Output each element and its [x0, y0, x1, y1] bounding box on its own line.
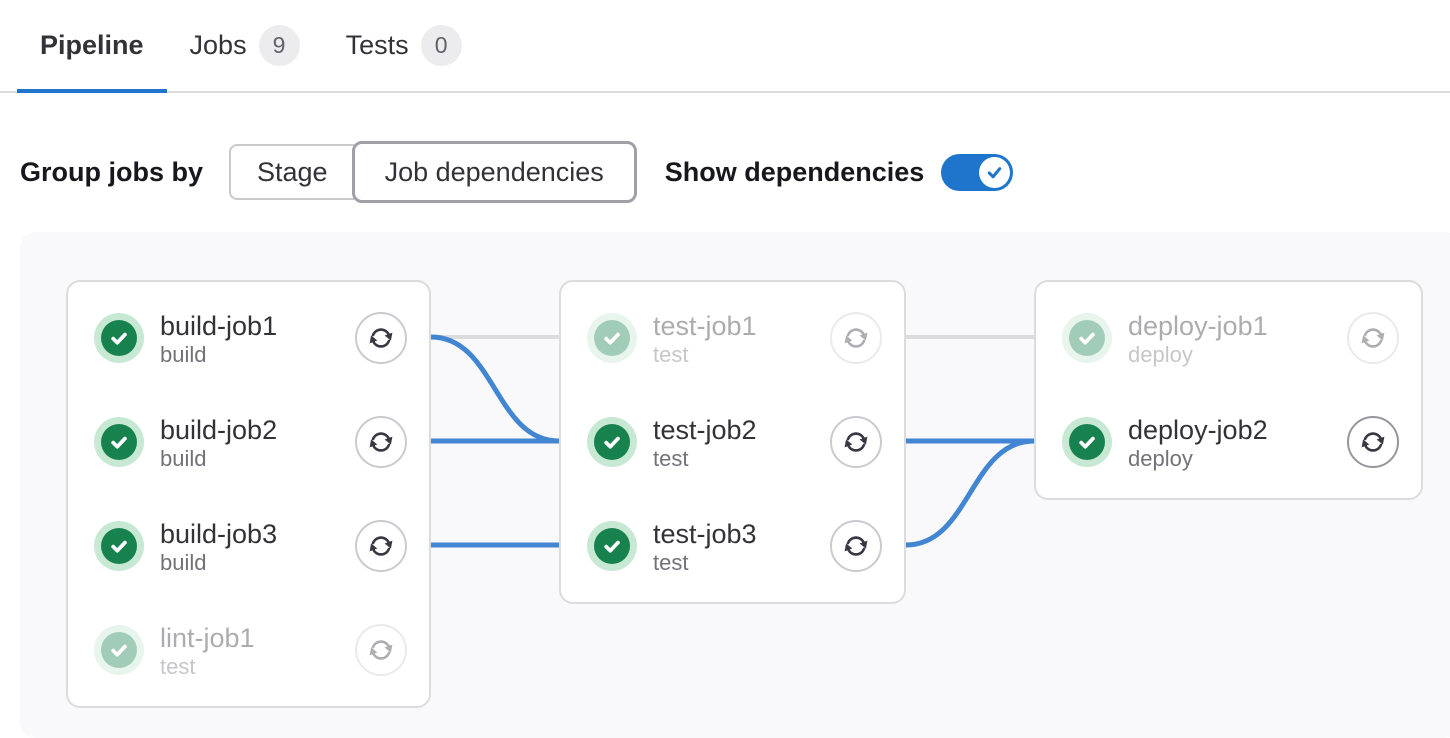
job-name[interactable]: test-job1: [653, 310, 757, 342]
job-node-test-job3[interactable]: test-job3 test: [587, 514, 882, 578]
success-check-icon: [587, 313, 637, 363]
job-group-build: build-job1 build build-job2 build build-…: [66, 280, 431, 708]
group-jobs-by-label: Group jobs by: [20, 157, 203, 188]
retry-button[interactable]: [1347, 416, 1399, 468]
job-node-test-job2[interactable]: test-job2 test: [587, 410, 882, 474]
group-by-job-dependencies-button[interactable]: Job dependencies: [352, 141, 637, 203]
tab-label: Pipeline: [40, 30, 144, 61]
retry-button[interactable]: [1347, 312, 1399, 364]
retry-icon: [366, 427, 396, 457]
job-name[interactable]: test-job2: [653, 414, 757, 446]
success-check-icon: [94, 313, 144, 363]
job-node-build-job2[interactable]: build-job2 build: [94, 410, 407, 474]
job-stage: test: [653, 446, 757, 471]
tab-pipeline[interactable]: Pipeline: [17, 0, 167, 91]
group-by-stage-button[interactable]: Stage: [229, 144, 354, 200]
graph-controls: Group jobs by Stage Job dependencies Sho…: [20, 141, 1450, 203]
tab-tests[interactable]: Tests 0: [323, 0, 485, 91]
job-stage: build: [160, 550, 277, 575]
job-name[interactable]: test-job3: [653, 518, 757, 550]
job-stage: test: [160, 654, 255, 679]
tests-count-badge: 0: [421, 25, 462, 66]
job-stage: test: [653, 342, 757, 367]
success-check-icon: [1062, 417, 1112, 467]
success-check-icon: [94, 521, 144, 571]
job-name[interactable]: lint-job1: [160, 622, 255, 654]
retry-button[interactable]: [830, 312, 882, 364]
retry-icon: [366, 323, 396, 353]
show-dependencies-toggle[interactable]: [941, 154, 1013, 191]
job-group-deploy: deploy-job1 deploy deploy-job2 deploy: [1034, 280, 1423, 500]
job-name[interactable]: deploy-job1: [1128, 310, 1268, 342]
job-node-lint-job1[interactable]: lint-job1 test: [94, 618, 407, 682]
success-check-icon: [94, 417, 144, 467]
retry-icon: [1358, 427, 1388, 457]
job-stage: build: [160, 342, 277, 367]
job-stage: test: [653, 550, 757, 575]
job-name[interactable]: deploy-job2: [1128, 414, 1268, 446]
job-name[interactable]: build-job3: [160, 518, 277, 550]
job-stage: deploy: [1128, 446, 1268, 471]
retry-icon: [366, 531, 396, 561]
pipeline-tab-bar: Pipeline Jobs 9 Tests 0: [0, 0, 1450, 93]
tab-label: Tests: [346, 30, 409, 61]
toggle-knob: [979, 157, 1010, 188]
job-node-deploy-job1[interactable]: deploy-job1 deploy: [1062, 306, 1399, 370]
pipeline-graph: build-job1 build build-job2 build build-…: [20, 232, 1450, 738]
job-group-test: test-job1 test test-job2 test test-job3 …: [559, 280, 906, 604]
retry-icon: [841, 323, 871, 353]
job-stage: deploy: [1128, 342, 1268, 367]
success-check-icon: [587, 417, 637, 467]
check-icon: [985, 163, 1004, 182]
retry-button[interactable]: [355, 416, 407, 468]
tab-jobs[interactable]: Jobs 9: [167, 0, 323, 91]
retry-icon: [1358, 323, 1388, 353]
retry-button[interactable]: [830, 520, 882, 572]
retry-button[interactable]: [355, 624, 407, 676]
job-node-test-job1[interactable]: test-job1 test: [587, 306, 882, 370]
job-stage: build: [160, 446, 277, 471]
retry-icon: [366, 635, 396, 665]
success-check-icon: [94, 625, 144, 675]
show-dependencies-label: Show dependencies: [665, 157, 925, 188]
retry-icon: [841, 531, 871, 561]
group-by-segmented-control: Stage Job dependencies: [229, 141, 637, 203]
retry-button[interactable]: [355, 520, 407, 572]
retry-icon: [841, 427, 871, 457]
job-name[interactable]: build-job1: [160, 310, 277, 342]
tab-label: Jobs: [190, 30, 247, 61]
success-check-icon: [1062, 313, 1112, 363]
jobs-count-badge: 9: [259, 25, 300, 66]
retry-button[interactable]: [355, 312, 407, 364]
job-node-build-job3[interactable]: build-job3 build: [94, 514, 407, 578]
success-check-icon: [587, 521, 637, 571]
retry-button[interactable]: [830, 416, 882, 468]
job-node-build-job1[interactable]: build-job1 build: [94, 306, 407, 370]
job-name[interactable]: build-job2: [160, 414, 277, 446]
job-node-deploy-job2[interactable]: deploy-job2 deploy: [1062, 410, 1399, 474]
